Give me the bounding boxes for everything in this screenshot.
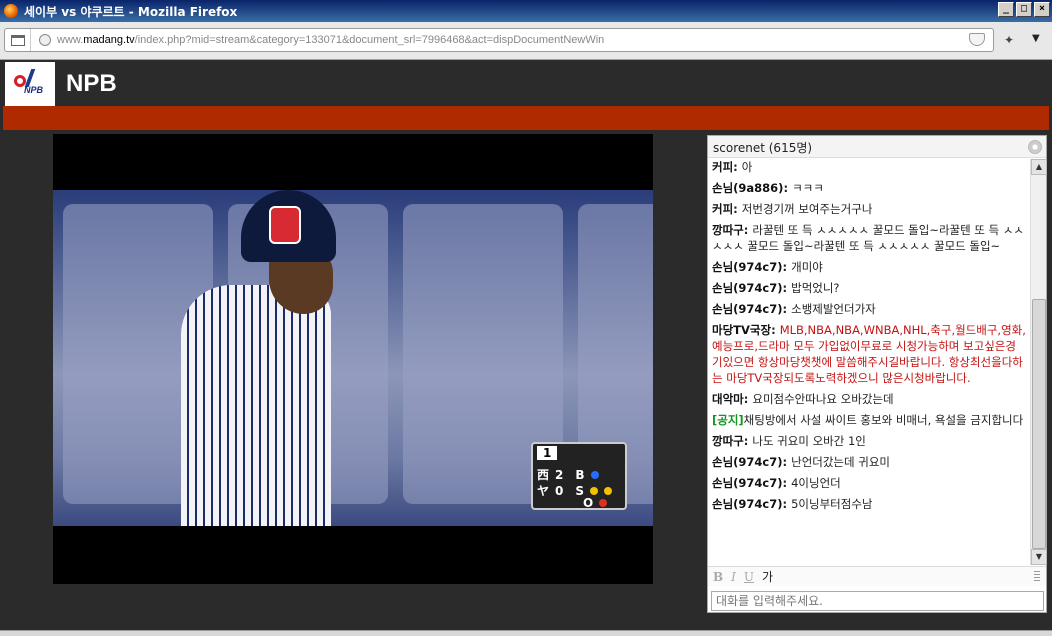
page-title: NPB: [66, 70, 117, 97]
scroll-down-icon[interactable]: ▼: [1031, 549, 1047, 565]
minimize-button[interactable]: _: [998, 2, 1014, 17]
chat-text: 요미점수안따나요 오바갔는데: [752, 392, 894, 406]
chat-nickname[interactable]: 손님(974c7): [712, 476, 783, 490]
site-header: NPB NPB: [0, 60, 1052, 112]
chat-message: 마당TV국장: MLB,NBA,NBA,WNBA,NHL,축구,월드배구,영화,…: [712, 323, 1026, 385]
chat-messages: 커피: 아손님(9a886): ㅋㅋㅋ 커피: 저번경기꺼 보여주는거구나깡따구:…: [708, 159, 1030, 565]
chat-text: 개미야: [791, 260, 823, 274]
status-bar: [0, 630, 1052, 636]
chat-message: 깡따구: 나도 귀요미 오바간 1인: [712, 434, 866, 448]
chat-panel: scorenet (615명) 커피: 아손님(9a886): ㅋㅋㅋ 커피: 저…: [707, 135, 1047, 613]
chat-nickname[interactable]: 대악마: [712, 392, 744, 406]
chat-nickname[interactable]: 커피: [712, 160, 733, 174]
chat-message: 손님(974c7): 4이닝언더: [712, 476, 841, 490]
scroll-thumb[interactable]: [1032, 299, 1046, 549]
chat-nickname[interactable]: 커피: [712, 202, 733, 216]
chat-message: 커피: 아: [712, 160, 753, 174]
chat-message: [공지]채팅방에서 사설 싸이트 홍보와 비매너, 욕설을 금지합니다: [712, 412, 1026, 428]
chat-text: 채팅방에서 사설 싸이트 홍보와 비매너, 욕설을 금지합니다: [743, 413, 1024, 427]
chat-message: 커피: 저번경기꺼 보여주는거구나: [712, 202, 873, 216]
chat-text: 아: [741, 160, 753, 174]
address-bar[interactable]: www.madang.tv/index.php?mid=stream&categ…: [4, 28, 994, 52]
chat-nickname[interactable]: 손님(974c7): [712, 260, 783, 274]
menu-dropdown-icon[interactable]: ▼: [1032, 33, 1040, 44]
underline-button[interactable]: U: [744, 570, 754, 584]
header-red-bar: [3, 106, 1049, 130]
url-text[interactable]: www.madang.tv/index.php?mid=stream&categ…: [57, 34, 604, 46]
globe-icon: [39, 34, 51, 46]
maximize-button[interactable]: □: [1016, 2, 1032, 17]
chat-message: 손님(974c7): 난언더갔는데 귀요미: [712, 455, 890, 469]
chat-scrollbar[interactable]: ▲ ▼: [1030, 159, 1047, 565]
scorebug: 1 西2 B ヤ0 S O: [531, 442, 627, 510]
video-player[interactable]: 1 西2 B ヤ0 S O: [53, 134, 653, 584]
shield-icon[interactable]: [969, 33, 985, 46]
chat-nickname[interactable]: 깡따구: [712, 223, 744, 237]
chat-message: 손님(974c7): 소뱅제발언더가자: [712, 302, 876, 316]
chat-text: 난언더갔는데 귀요미: [791, 455, 890, 469]
chat-text: 밥먹었니?: [791, 281, 840, 295]
chat-nickname[interactable]: 손님(974c7): [712, 281, 783, 295]
window-titlebar: 세이부 vs 야쿠르트 - Mozilla Firefox _ □ ×: [0, 0, 1052, 22]
chat-text: ㅋㅋㅋ: [792, 181, 824, 195]
window-title: 세이부 vs 야쿠르트 - Mozilla Firefox: [24, 4, 238, 19]
format-toolbar: B I U 가: [708, 566, 1046, 586]
font-button[interactable]: 가: [762, 568, 773, 585]
chat-input[interactable]: [711, 591, 1044, 611]
gear-icon[interactable]: [1028, 140, 1042, 154]
chat-room-label: scorenet (615명): [713, 141, 813, 155]
chat-message: 손님(974c7): 5이닝부터점수남: [712, 497, 873, 511]
bold-button[interactable]: B: [713, 570, 723, 584]
chat-text: 4이닝언더: [791, 476, 841, 490]
chat-nickname[interactable]: 손님(974c7): [712, 497, 783, 511]
chat-text: 나도 귀요미 오바간 1인: [752, 434, 866, 448]
addon-icon[interactable]: ✦: [1004, 33, 1020, 47]
page-icon[interactable]: [5, 29, 31, 51]
close-button[interactable]: ×: [1034, 2, 1050, 17]
firefox-icon: [4, 4, 18, 18]
italic-button[interactable]: I: [731, 570, 736, 584]
baseball-player: [181, 190, 346, 526]
chat-text: 저번경기꺼 보여주는거구나: [741, 202, 873, 216]
npb-logo: NPB: [5, 62, 55, 112]
chat-nickname[interactable]: 손님(974c7): [712, 302, 783, 316]
navigation-toolbar: www.madang.tv/index.php?mid=stream&categ…: [0, 22, 1052, 60]
window-controls: _ □ ×: [998, 2, 1050, 17]
chat-nickname[interactable]: 손님(974c7): [712, 455, 783, 469]
chat-message: 손님(9a886): ㅋㅋㅋ: [712, 181, 824, 195]
resize-handle-icon[interactable]: [1034, 571, 1040, 583]
chat-nickname[interactable]: 마당TV국장: [712, 323, 771, 337]
chat-text: 5이닝부터점수남: [791, 497, 873, 511]
chat-message: 깡따구: 라꿀텐 또 득 ㅅㅅㅅㅅㅅ 꿀모드 돌입~라꿀텐 또 득 ㅅㅅㅅㅅㅅ …: [712, 223, 1024, 253]
chat-text: 라꿀텐 또 득 ㅅㅅㅅㅅㅅ 꿀모드 돌입~라꿀텐 또 득 ㅅㅅㅅㅅㅅ 꿀모드 돌…: [712, 223, 1024, 253]
chat-message: 손님(974c7): 개미야: [712, 260, 823, 274]
chat-text: 소뱅제발언더가자: [791, 302, 876, 316]
video-frame: 1 西2 B ヤ0 S O: [53, 190, 653, 526]
chat-header: scorenet (615명): [708, 136, 1046, 158]
chat-nickname[interactable]: [공지]: [712, 413, 744, 427]
scroll-up-icon[interactable]: ▲: [1031, 159, 1047, 175]
chat-message: 손님(974c7): 밥먹었니?: [712, 281, 840, 295]
chat-message: 대악마: 요미점수안따나요 오바갔는데: [712, 392, 894, 406]
chat-nickname[interactable]: 손님(9a886): [712, 181, 783, 195]
chat-nickname[interactable]: 깡따구: [712, 434, 744, 448]
